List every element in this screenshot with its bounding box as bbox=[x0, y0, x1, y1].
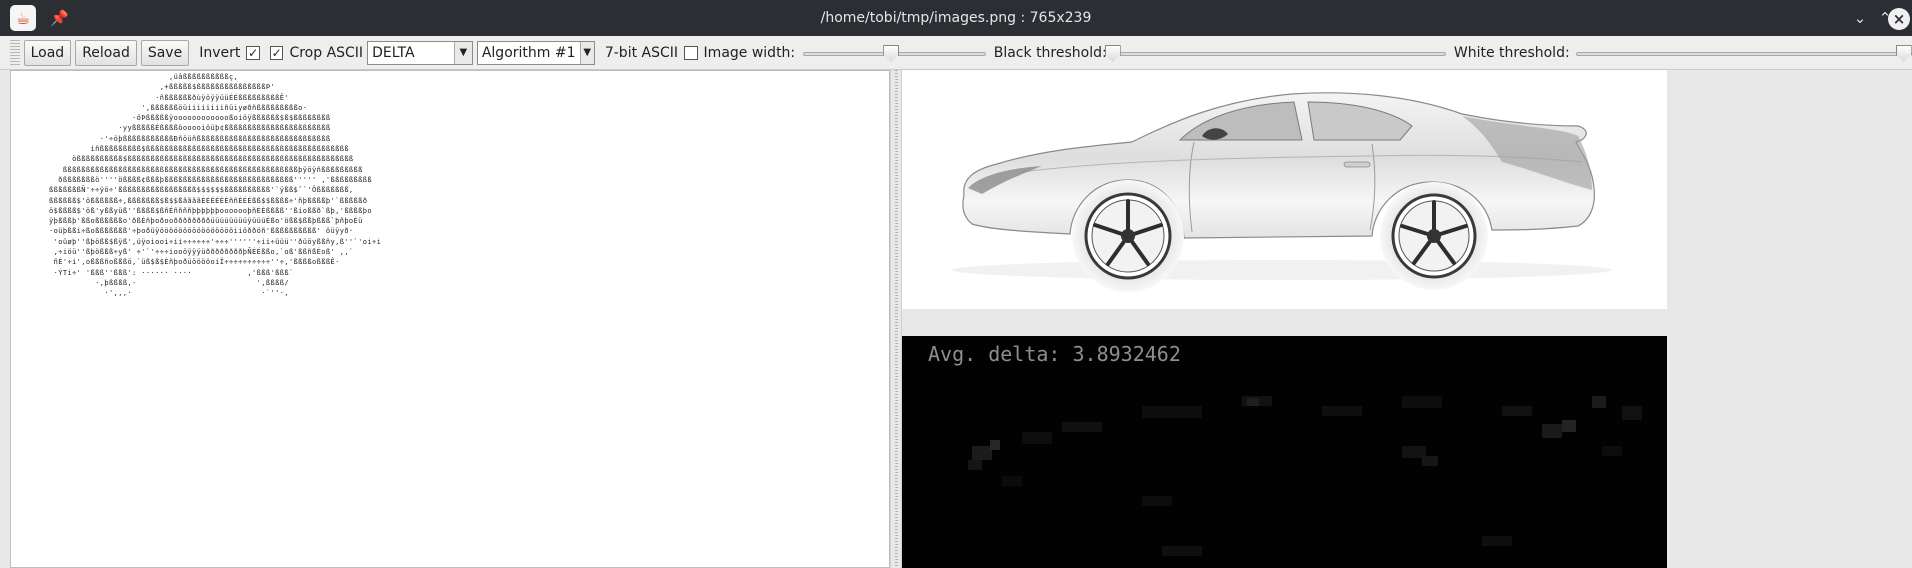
algorithm-select[interactable]: Algorithm #1 ▼ bbox=[476, 40, 595, 65]
delta-noise-image bbox=[968, 396, 1642, 556]
delta-image: Avg. delta: 3.8932462 bbox=[902, 336, 1667, 568]
java-app-icon: ☕ bbox=[10, 5, 36, 31]
white-threshold-slider-thumb[interactable] bbox=[1895, 44, 1912, 62]
seven-bit-ascii-label: 7-bit ASCII bbox=[604, 44, 679, 61]
chevron-down-icon[interactable]: ▼ bbox=[579, 41, 594, 64]
seven-bit-ascii-checkbox[interactable] bbox=[684, 45, 698, 60]
white-threshold-slider[interactable] bbox=[1575, 42, 1912, 64]
crop-ascii-checkbox[interactable]: ✓ bbox=[269, 45, 284, 60]
black-threshold-label: Black threshold: bbox=[993, 44, 1107, 61]
mode-select-value: DELTA bbox=[372, 44, 415, 61]
title-bar: ☕ 📌 /home/tobi/tmp/images.png : 765x239 … bbox=[0, 0, 1912, 36]
reload-button[interactable]: Reload bbox=[75, 39, 137, 66]
toolbar-grip[interactable] bbox=[10, 39, 20, 66]
save-button[interactable]: Save bbox=[140, 39, 190, 66]
chevron-down-icon[interactable]: ▼ bbox=[453, 41, 472, 64]
rear-wheel bbox=[1380, 182, 1488, 290]
black-threshold-slider-track bbox=[1104, 51, 1446, 56]
car-image-icon bbox=[952, 92, 1612, 292]
ascii-output-panel[interactable]: ,üâßßßßßßßßßßç, ,+ßßßßß$ßßßßßßßßßßßßßßßÞ… bbox=[10, 70, 890, 568]
white-threshold-slider-track bbox=[1575, 51, 1912, 56]
window-title: /home/tobi/tmp/images.png : 765x239 bbox=[820, 10, 1092, 26]
algorithm-select-value: Algorithm #1 bbox=[481, 44, 576, 61]
pin-icon[interactable]: 📌 bbox=[50, 9, 69, 27]
image-preview-panel: Avg. delta: 3.8932462 bbox=[902, 70, 1912, 568]
black-threshold-slider[interactable] bbox=[1104, 42, 1446, 64]
source-image bbox=[902, 70, 1667, 309]
toolbar: Load Reload Save Invert ✓ ✓ Crop ASCII D… bbox=[0, 36, 1912, 70]
invert-checkbox[interactable]: ✓ bbox=[246, 45, 260, 60]
average-delta-label: Avg. delta: 3.8932462 bbox=[928, 342, 1181, 366]
ascii-art-text: ,üâßßßßßßßßßßç, ,+ßßßßß$ßßßßßßßßßßßßßßßÞ… bbox=[49, 73, 382, 298]
image-width-slider-thumb[interactable] bbox=[883, 44, 900, 62]
crop-ascii-label: Crop ASCII bbox=[289, 44, 364, 61]
mode-select[interactable]: DELTA ▼ bbox=[367, 40, 473, 65]
black-threshold-slider-thumb[interactable] bbox=[1104, 44, 1121, 62]
main-area: ,üâßßßßßßßßßßç, ,+ßßßßß$ßßßßßßßßßßßßßßßÞ… bbox=[0, 70, 1912, 568]
divider-grip bbox=[895, 70, 898, 568]
front-wheel bbox=[1072, 180, 1184, 292]
image-width-label: Image width: bbox=[703, 44, 796, 61]
load-button[interactable]: Load bbox=[23, 39, 72, 66]
white-threshold-label: White threshold: bbox=[1453, 44, 1570, 61]
invert-label: Invert bbox=[199, 44, 241, 61]
split-pane-divider[interactable] bbox=[890, 70, 902, 568]
image-width-slider[interactable] bbox=[803, 42, 986, 64]
close-icon[interactable]: × bbox=[1888, 8, 1910, 30]
